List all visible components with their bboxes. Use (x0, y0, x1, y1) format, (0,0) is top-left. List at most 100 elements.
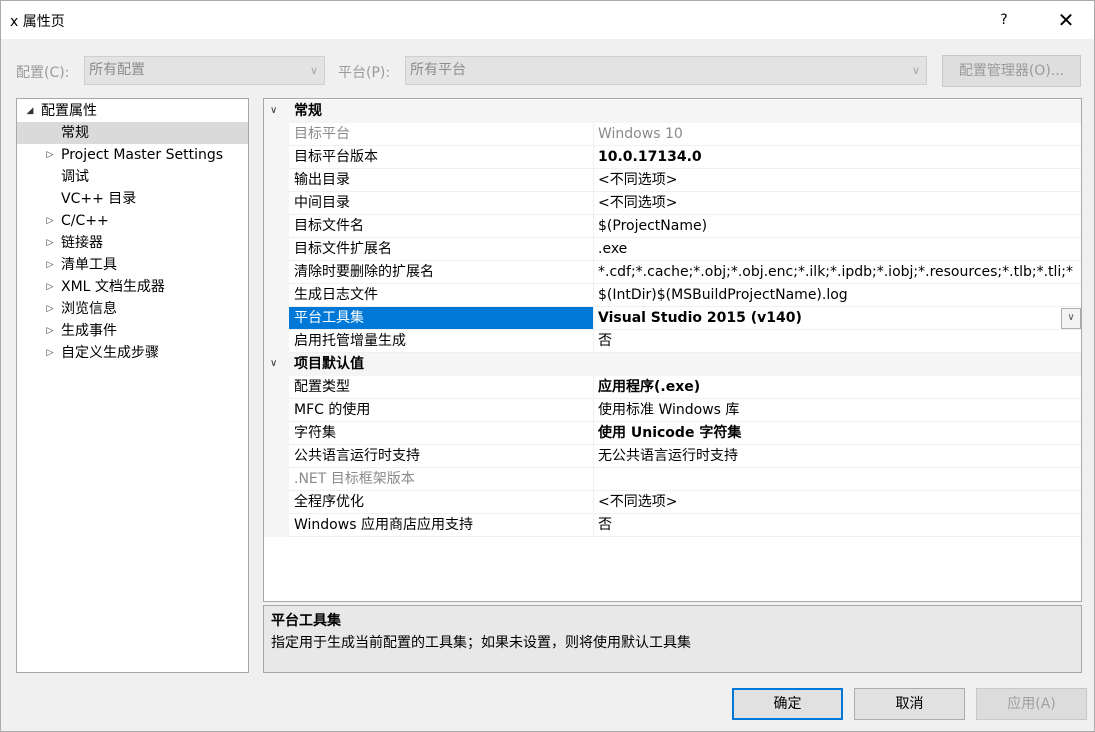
expand-triangle-icon[interactable]: ▷ (43, 232, 57, 254)
property-tree: ◢ 配置属性 常规 ▷ Project Master Settings 调试 VC++ 目录… (16, 98, 249, 673)
row-gutter (264, 468, 289, 491)
tree-item-label: 清单工具 (61, 257, 117, 273)
tree-item[interactable]: ▷ 清单工具 (17, 254, 248, 276)
expand-triangle-icon[interactable]: ▷ (43, 298, 57, 320)
property-row[interactable]: 目标文件扩展名 .exe (264, 238, 1081, 261)
property-value[interactable]: 使用 Unicode 字符集 (594, 422, 1081, 445)
close-button[interactable]: ✕ (1038, 1, 1094, 39)
property-row[interactable]: 平台工具集 Visual Studio 2015 (v140) ∨ (264, 307, 1081, 330)
property-name: Windows 应用商店应用支持 (289, 514, 594, 537)
row-gutter (264, 491, 289, 514)
tree-item-label: VC++ 目录 (61, 191, 137, 207)
property-value[interactable]: $(IntDir)$(MSBuildProjectName).log (594, 284, 1081, 307)
expand-triangle-icon[interactable]: ▷ (43, 342, 57, 364)
apply-button[interactable]: 应用(A) (976, 688, 1087, 720)
cancel-button[interactable]: 取消 (854, 688, 965, 720)
property-row[interactable]: .NET 目标框架版本 (264, 468, 1081, 491)
property-row[interactable]: 目标文件名 $(ProjectName) (264, 215, 1081, 238)
property-value-text: <不同选项> (598, 195, 678, 211)
category-row[interactable]: ∨ 常规 (264, 100, 1081, 123)
dropdown-button[interactable]: ∨ (1061, 308, 1081, 329)
property-row[interactable]: MFC 的使用 使用标准 Windows 库 (264, 399, 1081, 422)
tree-item-label: 配置属性 (41, 103, 97, 119)
tree-item[interactable]: 常规 (17, 122, 248, 144)
platform-label: 平台(P): (338, 65, 391, 81)
property-value-text: Windows 10 (598, 126, 683, 142)
property-row[interactable]: 目标平台 Windows 10 (264, 123, 1081, 146)
tree-item[interactable]: ◢ 配置属性 (17, 100, 248, 122)
property-row[interactable]: 字符集 使用 Unicode 字符集 (264, 422, 1081, 445)
tree-item[interactable]: 调试 (17, 166, 248, 188)
property-pages-dialog: x 属性页 ? ✕ 配置(C): 所有配置 ∨ 平台(P): 所有平台 ∨ 配置… (0, 0, 1095, 732)
chevron-down-icon[interactable]: ∨ (270, 353, 277, 375)
tree-item-label: Project Master Settings (61, 147, 224, 163)
chevron-down-icon[interactable]: ∨ (270, 100, 277, 122)
tree-item[interactable]: ▷ 自定义生成步骤 (17, 342, 248, 364)
tree-item[interactable]: ▷ Project Master Settings (17, 144, 248, 166)
property-value[interactable]: <不同选项> (594, 192, 1081, 215)
property-value[interactable]: 否 (594, 330, 1081, 353)
property-value[interactable]: 使用标准 Windows 库 (594, 399, 1081, 422)
tree-item[interactable]: ▷ 浏览信息 (17, 298, 248, 320)
property-value[interactable]: Visual Studio 2015 (v140) ∨ (594, 307, 1081, 330)
property-row[interactable]: 中间目录 <不同选项> (264, 192, 1081, 215)
property-name: 配置类型 (289, 376, 594, 399)
property-name: 字符集 (289, 422, 594, 445)
property-value[interactable]: 否 (594, 514, 1081, 537)
row-gutter (264, 514, 289, 537)
collapse-triangle-icon[interactable]: ◢ (23, 100, 37, 122)
expand-triangle-icon[interactable]: ▷ (43, 254, 57, 276)
description-title: 平台工具集 (271, 613, 341, 629)
property-row[interactable]: 目标平台版本 10.0.17134.0 (264, 146, 1081, 169)
property-value-text: 应用程序(.exe) (598, 379, 701, 395)
expand-triangle-icon[interactable]: ▷ (43, 210, 57, 232)
property-value-text: 使用 Unicode 字符集 (598, 425, 742, 441)
tree-item-label: 浏览信息 (61, 301, 117, 317)
property-value[interactable]: $(ProjectName) (594, 215, 1081, 238)
category-row[interactable]: ∨ 项目默认值 (264, 353, 1081, 376)
tree-item-label: 生成事件 (61, 323, 117, 339)
tree-item-label: 链接器 (61, 235, 103, 251)
property-value-text: *.cdf;*.cache;*.obj;*.obj.enc;*.ilk;*.ip… (598, 264, 1074, 280)
property-value[interactable]: 无公共语言运行时支持 (594, 445, 1081, 468)
property-row[interactable]: 配置类型 应用程序(.exe) (264, 376, 1081, 399)
property-row[interactable]: 全程序优化 <不同选项> (264, 491, 1081, 514)
row-gutter (264, 123, 289, 146)
tree-item[interactable]: VC++ 目录 (17, 188, 248, 210)
configuration-combo[interactable]: 所有配置 ∨ (84, 56, 325, 85)
property-value[interactable]: 10.0.17134.0 (594, 146, 1081, 169)
platform-combo[interactable]: 所有平台 ∨ (405, 56, 927, 85)
tree-item[interactable]: ▷ 生成事件 (17, 320, 248, 342)
property-value-text: .exe (598, 241, 628, 257)
property-value[interactable]: Windows 10 (594, 123, 1081, 146)
property-name: 目标平台版本 (289, 146, 594, 169)
tree-item[interactable]: ▷ C/C++ (17, 210, 248, 232)
row-gutter (264, 422, 289, 445)
expand-triangle-icon[interactable]: ▷ (43, 276, 57, 298)
property-row[interactable]: Windows 应用商店应用支持否 (264, 514, 1081, 537)
row-gutter (264, 238, 289, 261)
config-manager-button[interactable]: 配置管理器(O)... (942, 55, 1081, 87)
property-row[interactable]: 清除时要删除的扩展名 *.cdf;*.cache;*.obj;*.obj.enc;… (264, 261, 1081, 284)
property-value[interactable]: <不同选项> (594, 169, 1081, 192)
property-name: 目标平台 (289, 123, 594, 146)
property-value[interactable]: .exe (594, 238, 1081, 261)
property-value[interactable]: *.cdf;*.cache;*.obj;*.obj.enc;*.ilk;*.ip… (594, 261, 1081, 284)
property-row[interactable]: 生成日志文件 $(IntDir)$(MSBuildProjectName).log (264, 284, 1081, 307)
property-name: MFC 的使用 (289, 399, 594, 422)
property-row[interactable]: 启用托管增量生成否 (264, 330, 1081, 353)
property-value-text: 否 (598, 333, 612, 349)
property-name: 清除时要删除的扩展名 (289, 261, 594, 284)
property-value[interactable] (594, 468, 1081, 491)
property-value[interactable]: 应用程序(.exe) (594, 376, 1081, 399)
property-row[interactable]: 输出目录 <不同选项> (264, 169, 1081, 192)
property-value[interactable]: <不同选项> (594, 491, 1081, 514)
property-name: 公共语言运行时支持 (289, 445, 594, 468)
expand-triangle-icon[interactable]: ▷ (43, 144, 57, 166)
property-row[interactable]: 公共语言运行时支持 无公共语言运行时支持 (264, 445, 1081, 468)
ok-button[interactable]: 确定 (732, 688, 843, 720)
help-button[interactable]: ? (984, 1, 1024, 39)
tree-item[interactable]: ▷ 链接器 (17, 232, 248, 254)
tree-item[interactable]: ▷ XML 文档生成器 (17, 276, 248, 298)
expand-triangle-icon[interactable]: ▷ (43, 320, 57, 342)
